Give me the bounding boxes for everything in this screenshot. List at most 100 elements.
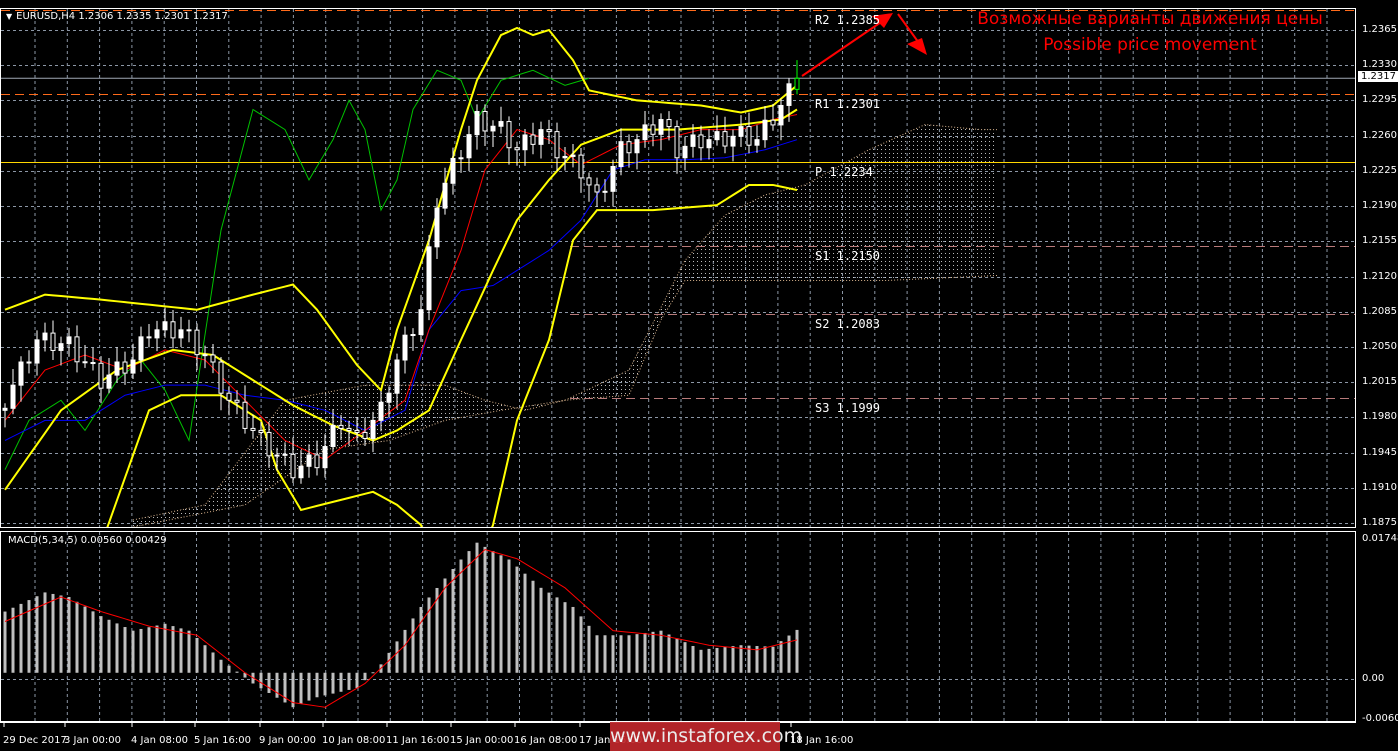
macd-histogram-bar [779, 641, 783, 673]
candle-bear [194, 329, 200, 356]
candle-bull [130, 359, 136, 374]
price-tick-label: 1.2190 [1362, 200, 1397, 212]
candle-bull [282, 453, 288, 456]
macd-histogram-bar [443, 578, 447, 673]
collapse-triangle-icon[interactable]: ▼ [6, 12, 12, 21]
candle-bull [154, 329, 160, 339]
macd-histogram-bar [99, 616, 103, 673]
candle-bull [466, 134, 472, 159]
macd-histogram-bar [299, 672, 303, 704]
macd-histogram-bar [331, 672, 335, 694]
macd-histogram-bar [403, 629, 407, 673]
candle-bull [298, 465, 304, 479]
macd-histogram-bar [195, 637, 199, 673]
candle-bull [34, 339, 40, 364]
candle-bull [386, 392, 392, 403]
candle-bear [290, 453, 296, 479]
chart-canvas[interactable] [0, 0, 1398, 751]
candle-bear [258, 429, 264, 433]
macd-histogram-bar [323, 672, 327, 696]
time-tick-label: 3 Jan 00:00 [64, 735, 121, 746]
candle-bear [554, 131, 560, 159]
candle-bull [618, 141, 624, 167]
macd-histogram-bar [475, 542, 479, 673]
price-tick-label: 1.2120 [1362, 270, 1397, 282]
macd-histogram-bar [699, 649, 703, 673]
macd-histogram-bar [75, 601, 79, 673]
candle-bear [210, 354, 216, 363]
macd-histogram-bar [579, 616, 583, 673]
candle-bull [714, 131, 720, 141]
time-tick-label: 4 Jan 08:00 [131, 735, 188, 746]
candle-bull [410, 334, 416, 337]
macd-histogram-bar [563, 602, 567, 673]
macd-histogram-bar [51, 593, 55, 673]
candle-bull [402, 334, 408, 361]
time-tick-label: 5 Jan 16:00 [194, 735, 251, 746]
candle-bear [722, 131, 728, 147]
candle-bull [522, 134, 528, 151]
arrow-down-head-icon [907, 38, 927, 55]
candle-bull [330, 424, 336, 448]
macd-histogram-bar [619, 635, 623, 673]
candle-bull [322, 446, 328, 469]
macd-histogram-bar [523, 573, 527, 673]
candle-bull [450, 157, 456, 184]
candle-bull [610, 165, 616, 192]
candle-bull [306, 454, 312, 467]
macd-histogram-bar [467, 551, 471, 673]
candle-bull [754, 139, 760, 146]
macd-histogram-bar [131, 630, 135, 673]
macd-histogram-bar [203, 645, 207, 673]
candle-bear [650, 124, 656, 135]
macd-histogram-bar [411, 618, 415, 673]
candle-bull [426, 246, 432, 311]
macd-histogram-bar [155, 625, 159, 673]
candle-bull [434, 207, 440, 248]
candle-bull [682, 145, 688, 159]
candle-bull [762, 119, 768, 141]
candle-bear [218, 361, 224, 394]
candle-bull [490, 125, 496, 132]
candle-bull [730, 135, 736, 147]
macd-tick-label: 0.01748 [1362, 533, 1398, 544]
macd-histogram-bar [395, 641, 399, 673]
candle-bear [594, 184, 600, 193]
candle-bear [674, 126, 680, 159]
macd-panel-border [0, 531, 1356, 722]
macd-histogram-bar [491, 551, 495, 673]
macd-histogram-bar [651, 631, 655, 673]
macd-histogram-bar [371, 672, 375, 674]
candle-bear [98, 362, 104, 389]
candle-bear [578, 154, 584, 179]
candle-bull [378, 401, 384, 421]
pivot-label: S1 1.2150 [815, 248, 881, 263]
price-tick-label: 1.1945 [1362, 446, 1397, 458]
macd-histogram-bar [419, 606, 423, 673]
macd-histogram-bar [707, 648, 711, 673]
candle-bear [234, 399, 240, 403]
macd-histogram-bar [547, 592, 551, 673]
annotation-ru: Возможные варианты движения цены [977, 9, 1323, 29]
time-tick-label: 11 Jan 16:00 [386, 735, 450, 746]
candle-bull [418, 309, 424, 336]
macd-histogram-bar [147, 627, 151, 673]
candle-bear [74, 336, 80, 363]
macd-histogram-bar [627, 635, 631, 673]
candle-bear [354, 429, 360, 433]
symbol-info-text: EURUSD,H4 1.2306 1.2335 1.2301 1.2317 [16, 11, 228, 22]
macd-histogram-bar [587, 625, 591, 673]
macd-histogram-bar [763, 646, 767, 673]
candle-bear [586, 177, 592, 186]
price-tick-label: 1.1875 [1362, 517, 1397, 528]
macd-histogram-bar [307, 672, 311, 701]
macd-histogram-bar [555, 597, 559, 673]
candle-bull [162, 321, 168, 331]
candle-bull [274, 454, 280, 457]
candle-bear [746, 126, 752, 146]
candle-bear [698, 134, 704, 149]
macd-histogram-bar [235, 671, 239, 673]
candle-bull [602, 190, 608, 193]
macd-histogram-bar [267, 672, 271, 693]
pivot-label: S3 1.1999 [815, 400, 881, 415]
